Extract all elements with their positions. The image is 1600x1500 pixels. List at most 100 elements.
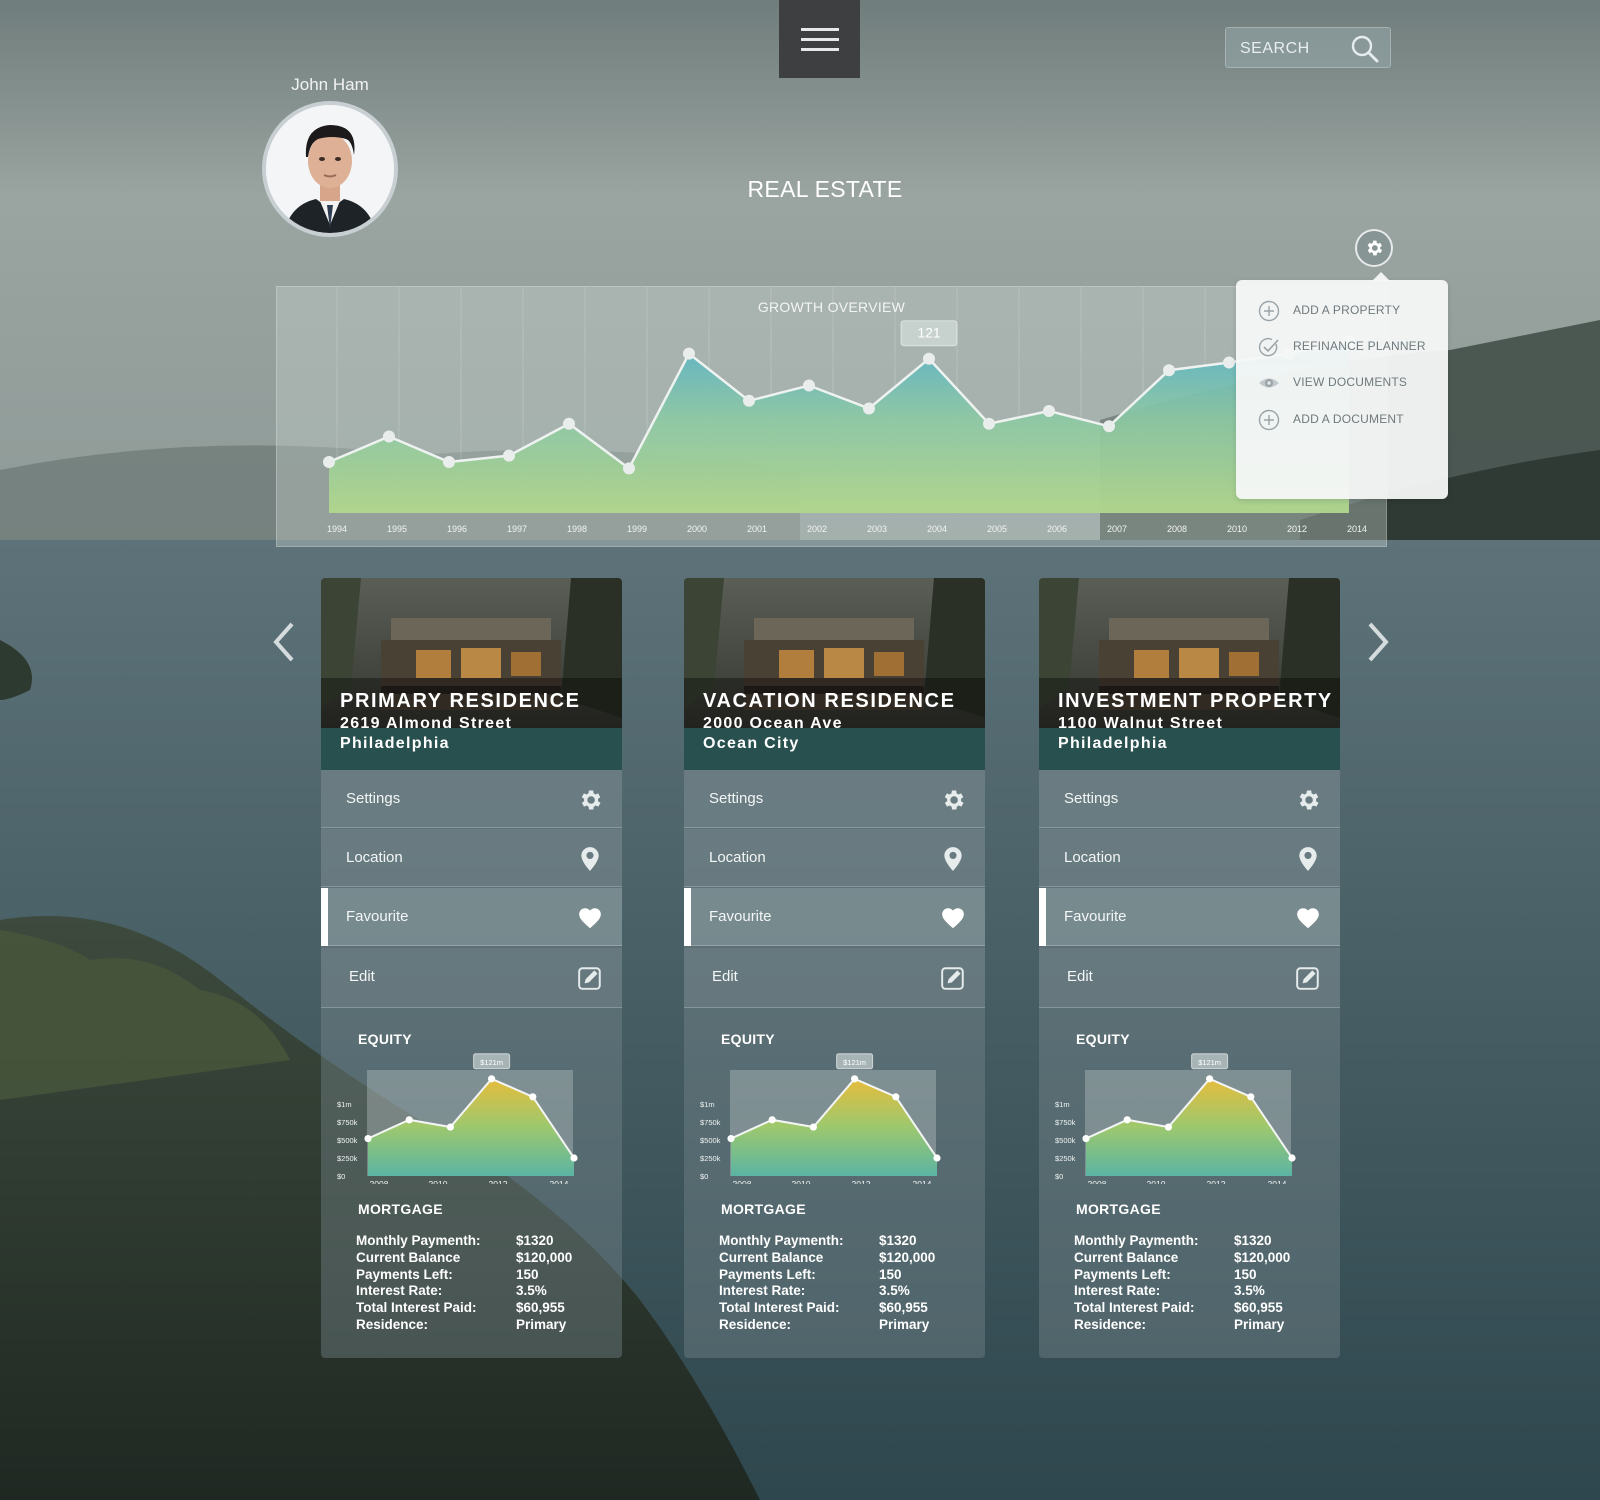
- card-favourite-row[interactable]: Favourite: [1039, 888, 1340, 946]
- card-location-row[interactable]: Location: [684, 829, 985, 887]
- menu-item-add-property[interactable]: ADD A PROPERTY: [1258, 298, 1438, 324]
- equity-point[interactable]: [488, 1075, 496, 1083]
- menu-button[interactable]: [779, 0, 860, 78]
- equity-point[interactable]: [405, 1116, 413, 1124]
- x-tick-label: 2010: [429, 1179, 448, 1184]
- chevron-right-icon[interactable]: [1360, 620, 1394, 664]
- edit-icon: [1296, 967, 1319, 990]
- growth-point[interactable]: [803, 379, 815, 392]
- plus-circle-icon: [1258, 300, 1280, 322]
- growth-point[interactable]: [683, 347, 695, 360]
- property-title: INVESTMENT PROPERTY: [1058, 690, 1333, 712]
- settings-gear-button[interactable]: [1355, 229, 1393, 267]
- search-icon[interactable]: [1350, 34, 1380, 64]
- mortgage-value: Primary: [1234, 1316, 1285, 1332]
- equity-point[interactable]: [1082, 1134, 1090, 1143]
- equity-point[interactable]: [1164, 1123, 1172, 1131]
- equity-point[interactable]: [529, 1093, 537, 1101]
- search-input[interactable]: [1240, 38, 1350, 60]
- growth-point[interactable]: [983, 417, 995, 430]
- equity-point[interactable]: [727, 1134, 735, 1143]
- equity-point[interactable]: [570, 1154, 578, 1162]
- x-tick-label: 1994: [327, 524, 347, 534]
- mortgage-row: Total Interest Paid: $60,955: [356, 1300, 596, 1317]
- growth-point[interactable]: [323, 456, 335, 468]
- card-settings-row[interactable]: Settings: [684, 770, 985, 828]
- equity-point[interactable]: [446, 1123, 454, 1131]
- location-pin-icon: [944, 847, 962, 871]
- growth-point[interactable]: [383, 430, 395, 443]
- card-settings-row[interactable]: Settings: [321, 770, 622, 828]
- growth-point[interactable]: [863, 402, 875, 415]
- equity-point[interactable]: [364, 1134, 372, 1143]
- growth-point[interactable]: [443, 456, 455, 468]
- mortgage-value: $1320: [1234, 1233, 1272, 1248]
- equity-point[interactable]: [768, 1116, 776, 1124]
- growth-point[interactable]: [503, 449, 515, 462]
- card-edit-row[interactable]: Edit: [684, 948, 985, 1008]
- mortgage-value: $60,955: [879, 1300, 928, 1316]
- equity-point[interactable]: [851, 1075, 859, 1083]
- gear-icon: [944, 790, 964, 810]
- growth-point[interactable]: [563, 417, 575, 430]
- x-tick-label: 2010: [1227, 524, 1247, 534]
- growth-point[interactable]: [923, 352, 935, 365]
- growth-point[interactable]: [623, 462, 635, 475]
- growth-point[interactable]: [1043, 405, 1055, 417]
- property-city: Ocean City: [703, 735, 800, 752]
- card-favourite-row[interactable]: Favourite: [321, 888, 622, 946]
- equity-point[interactable]: [809, 1123, 817, 1131]
- equity-point[interactable]: [1247, 1093, 1255, 1101]
- hamburger-icon: [801, 28, 839, 31]
- mortgage-label: Current Balance: [1074, 1249, 1179, 1265]
- menu-item-add-document[interactable]: ADD A DOCUMENT: [1258, 407, 1438, 433]
- x-tick-label: 2014: [913, 1179, 932, 1184]
- property-address: 2000 Ocean Ave: [703, 715, 843, 732]
- card-favourite-row[interactable]: Favourite: [684, 888, 985, 946]
- card-location-row[interactable]: Location: [321, 829, 622, 887]
- x-tick-label: 2012: [852, 1179, 871, 1184]
- mortgage-row: Current Balance $120,000: [1074, 1250, 1314, 1267]
- growth-point[interactable]: [1223, 356, 1235, 369]
- equity-point[interactable]: [1288, 1154, 1296, 1162]
- property-card[interactable]: INVESTMENT PROPERTY 1100 Walnut Street P…: [1039, 578, 1340, 1358]
- equity-point[interactable]: [892, 1093, 900, 1101]
- card-location-row[interactable]: Location: [1039, 829, 1340, 887]
- check-icon: [1258, 337, 1279, 357]
- mortgage-label: Total Interest Paid:: [356, 1300, 477, 1316]
- y-tick-label: $250k: [700, 1154, 721, 1163]
- mortgage-label: Interest Rate:: [356, 1283, 443, 1299]
- card-settings-row[interactable]: Settings: [1039, 770, 1340, 828]
- x-tick-label: 2004: [927, 524, 947, 534]
- property-address: 2619 Almond Street: [340, 715, 513, 732]
- equity-point[interactable]: [1206, 1075, 1214, 1083]
- equity-chart: $0 $250k $500k $750k $1m 2008 2010 2012 2014 $121…: [700, 1053, 941, 1184]
- card-edit-row[interactable]: Edit: [1039, 948, 1340, 1008]
- property-header: PRIMARY RESIDENCE 2619 Almond Street Phi…: [340, 690, 581, 753]
- equity-chart: $0 $250k $500k $750k $1m 2008 2010 2012 2014 $121…: [1055, 1053, 1296, 1184]
- avatar[interactable]: [262, 101, 398, 237]
- menu-item-refinance-planner[interactable]: REFINANCE PLANNER: [1258, 334, 1438, 360]
- mortgage-value: 150: [879, 1266, 902, 1282]
- menu-item-view-documents[interactable]: VIEW DOCUMENTS: [1258, 370, 1438, 396]
- y-tick-label: $1m: [700, 1100, 715, 1109]
- growth-point[interactable]: [743, 394, 755, 407]
- mortgage-label: Residence:: [719, 1316, 792, 1332]
- y-tick-label: $750k: [1055, 1118, 1076, 1127]
- mortgage-row: Current Balance $120,000: [356, 1250, 596, 1267]
- card-edit-row[interactable]: Edit: [321, 948, 622, 1008]
- equity-point[interactable]: [933, 1154, 941, 1162]
- x-tick-label: 2008: [733, 1179, 752, 1184]
- search-box[interactable]: [1225, 27, 1391, 68]
- mortgage-label: Payments Left:: [719, 1266, 816, 1282]
- mortgage-row: Monthly Paymenth: $1320: [356, 1233, 596, 1250]
- growth-point[interactable]: [1163, 364, 1175, 377]
- growth-point[interactable]: [1103, 420, 1115, 433]
- user-name: John Ham: [291, 75, 369, 94]
- property-card[interactable]: VACATION RESIDENCE 2000 Ocean Ave Ocean …: [684, 578, 985, 1358]
- chevron-left-icon[interactable]: [268, 620, 302, 664]
- gear-icon: [1299, 790, 1319, 810]
- equity-point[interactable]: [1123, 1116, 1131, 1124]
- property-card[interactable]: PRIMARY RESIDENCE 2619 Almond Street Phi…: [321, 578, 622, 1358]
- y-tick-label: $0: [700, 1172, 708, 1181]
